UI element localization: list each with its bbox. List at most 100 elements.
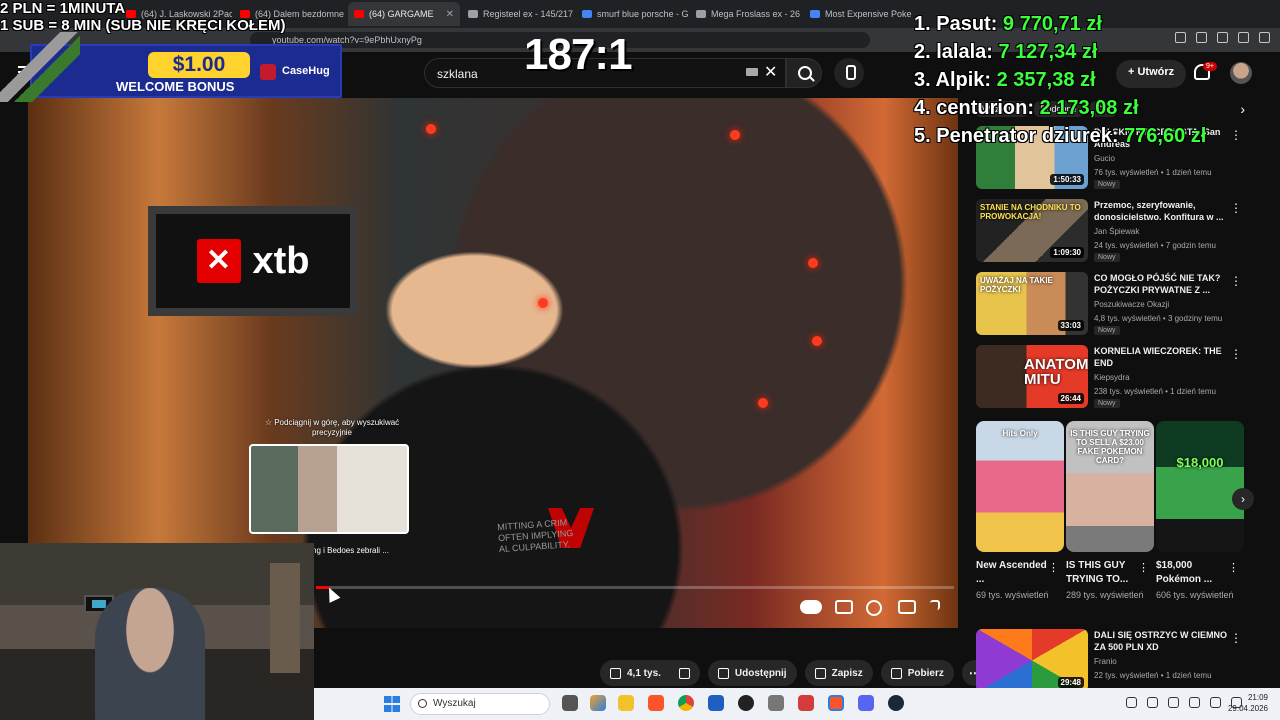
autoplay-toggle[interactable]: [800, 600, 822, 614]
more-vert-icon[interactable]: ⋮: [1230, 347, 1242, 361]
channel-name[interactable]: Franio: [1094, 657, 1117, 666]
voice-search-button[interactable]: [834, 58, 864, 88]
share-icon: [717, 667, 729, 679]
file-explorer-icon[interactable]: [618, 695, 634, 711]
short-views: 606 tys. wyświetleń: [1156, 590, 1234, 600]
obs-icon[interactable]: [738, 695, 754, 711]
more-vert-icon[interactable]: ⋮: [1230, 274, 1242, 288]
chrome-icon[interactable]: [678, 695, 694, 711]
task-view-icon[interactable]: [562, 695, 578, 711]
thumbs-down-icon[interactable]: [678, 667, 690, 679]
browser-tab[interactable]: Most Expensive Poke: [804, 2, 916, 26]
bonus-amount: $1.00: [148, 52, 250, 78]
app-icon[interactable]: [798, 695, 814, 711]
subtitles-icon[interactable]: [835, 600, 853, 614]
video-title[interactable]: KORNELIA WIECZOREK: THE END: [1094, 345, 1234, 369]
red-light: [538, 298, 548, 308]
screen: (64) J. Laskowski 2Pac (64) Dalem bezdom…: [0, 0, 1280, 720]
share-button[interactable]: Udostępnij: [707, 660, 797, 686]
wifi-icon[interactable]: [1189, 697, 1200, 708]
download-icon: [890, 667, 902, 679]
seek-preview-thumbnail: [249, 444, 409, 534]
volume-icon[interactable]: [1210, 697, 1221, 708]
youtube-icon: [354, 10, 364, 18]
video-title[interactable]: Przemoc, szeryfowanie, donosicielstwo. K…: [1094, 199, 1234, 223]
brave-active-icon[interactable]: [828, 695, 844, 711]
recommendation-item[interactable]: 29:48 DALI SIĘ OSTRZYC W CIEMNO ZA 500 P…: [976, 629, 1246, 693]
save-button[interactable]: Zapisz: [804, 660, 873, 686]
more-vert-icon[interactable]: ⋮: [1138, 561, 1149, 574]
chevron-up-icon[interactable]: [1126, 697, 1137, 708]
channel-name[interactable]: Jan Śpiewak: [1094, 227, 1139, 236]
channel-name[interactable]: Poszukiwacze Okazji: [1094, 300, 1169, 309]
brave-icon[interactable]: [648, 695, 664, 711]
close-tab-icon[interactable]: ✕: [446, 9, 454, 20]
bonus-text: WELCOME BONUS: [116, 79, 235, 94]
video-title[interactable]: DALI SIĘ OSTRZYC W CIEMNO ZA 500 PLN XD: [1094, 629, 1234, 653]
windows-start-icon[interactable]: [384, 696, 400, 712]
keyboard-icon[interactable]: [746, 68, 758, 76]
discord-icon[interactable]: [858, 695, 874, 711]
more-vert-icon[interactable]: ⋮: [1228, 561, 1239, 574]
video-meta: 238 tys. wyświetleń • 1 dzień temu: [1094, 387, 1216, 396]
channel-name[interactable]: Gucio: [1094, 154, 1115, 163]
shield-icon[interactable]: [1238, 32, 1249, 43]
casehug-logo-icon: [260, 64, 276, 80]
short-title[interactable]: IS THIS GUY TRYING TO...: [1066, 559, 1146, 587]
network-icon[interactable]: [1147, 697, 1158, 708]
copilot-icon[interactable]: [590, 695, 606, 711]
progress-bar[interactable]: [316, 586, 954, 589]
video-thumbnail[interactable]: 29:48: [976, 629, 1088, 692]
short-views: 69 tys. wyświetleń: [976, 590, 1049, 600]
browser-tab-active[interactable]: (64) GARGAME ✕: [348, 2, 460, 26]
more-vert-icon[interactable]: ⋮: [1048, 561, 1059, 574]
channel-name[interactable]: Kiepsydra: [1094, 373, 1130, 382]
menu-icon[interactable]: [1259, 32, 1270, 43]
recommendation-item[interactable]: STANIE NA CHODNIKU TO PROWOKACJA! 1:09:30…: [976, 199, 1246, 263]
bookmark-icon: [814, 667, 826, 679]
steam-icon[interactable]: [888, 695, 904, 711]
video-actions: 4,1 tys. Udostępnij Zapisz Pobierz ⋯: [600, 660, 988, 686]
more-vert-icon[interactable]: ⋮: [1230, 631, 1242, 645]
browser-tab[interactable]: smurf blue porsche - G: [576, 2, 688, 26]
browser-tab[interactable]: Registeel ex - 145/217: [462, 2, 574, 26]
short-thumbnail[interactable]: IS THIS GUY TRYING TO SELL A $23.00 FAKE…: [1066, 421, 1154, 552]
system-tray: [1126, 697, 1242, 708]
recommendation-item[interactable]: UWAŻAJ NA TAKIE POŻYCZKI 33:03 CO MOGŁO P…: [976, 272, 1246, 336]
extensions-icon[interactable]: [1217, 32, 1228, 43]
search-button[interactable]: [786, 58, 822, 88]
more-vert-icon[interactable]: ⋮: [1230, 201, 1242, 215]
like-button[interactable]: 4,1 tys.: [600, 660, 700, 686]
browser-tab[interactable]: Mega Froslass ex - 26: [690, 2, 802, 26]
chevron-right-icon[interactable]: ›: [1232, 488, 1254, 510]
fullscreen-icon[interactable]: [930, 600, 940, 610]
video-title[interactable]: CO MOGŁO PÓJŚĆ NIE TAK? POŻYCZKI PRYWATN…: [1094, 272, 1234, 296]
store-icon[interactable]: [708, 695, 724, 711]
xtb-logo-icon: ✕: [196, 239, 241, 283]
chevron-right-icon[interactable]: ›: [1240, 101, 1245, 117]
red-light: [426, 124, 436, 134]
page-icon: [468, 10, 478, 18]
taskbar-search[interactable]: Wyszukaj: [410, 693, 550, 715]
short-thumbnail[interactable]: $18,000: [1156, 421, 1244, 552]
settings-icon[interactable]: [768, 695, 784, 711]
new-badge: Nowy: [1094, 326, 1120, 335]
short-title[interactable]: $18,000 Pokémon ...: [1156, 559, 1236, 587]
miniplayer-icon[interactable]: [898, 600, 916, 614]
clear-search-icon[interactable]: ✕: [764, 62, 777, 82]
download-button[interactable]: Pobierz: [880, 660, 954, 686]
video-thumbnail[interactable]: STANIE NA CHODNIKU TO PROWOKACJA! 1:09:30: [976, 199, 1088, 262]
short-title[interactable]: New Ascended ...: [976, 559, 1056, 587]
avatar[interactable]: [1230, 62, 1252, 84]
mic-icon[interactable]: [1168, 697, 1179, 708]
recommendation-item[interactable]: ANATOMIA MITU26:44 KORNELIA WIECZOREK: T…: [976, 345, 1246, 409]
video-thumbnail[interactable]: ANATOMIA MITU26:44: [976, 345, 1088, 408]
thumbs-up-icon: [610, 667, 621, 679]
clock[interactable]: 21:09 29.04.2026: [1228, 692, 1268, 714]
short-thumbnail[interactable]: Hits Only: [976, 421, 1064, 552]
knife-gun-graphic-icon: [0, 32, 80, 102]
red-light: [758, 398, 768, 408]
more-vert-icon[interactable]: ⋮: [1230, 128, 1242, 142]
settings-gear-icon[interactable]: [866, 600, 882, 616]
video-thumbnail[interactable]: UWAŻAJ NA TAKIE POŻYCZKI 33:03: [976, 272, 1088, 335]
